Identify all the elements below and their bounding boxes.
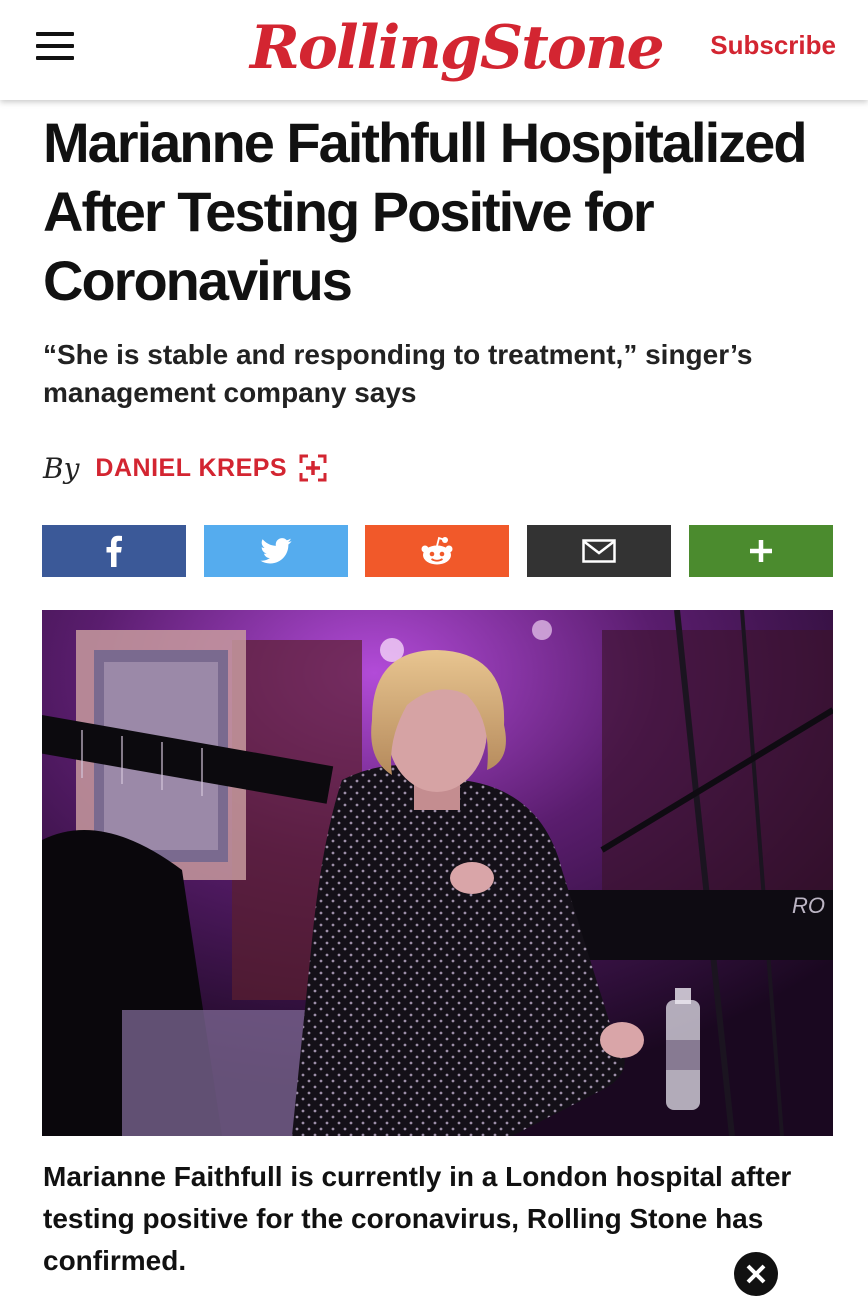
subscribe-link[interactable]: Subscribe (710, 28, 836, 62)
email-icon (582, 539, 616, 563)
share-reddit-button[interactable] (365, 525, 509, 577)
reddit-icon (421, 536, 453, 565)
byline: By DANIEL KREPS (43, 448, 327, 488)
plus-icon (750, 540, 772, 562)
close-ad-button[interactable] (734, 1252, 778, 1296)
hero-image: RO (42, 610, 833, 1136)
rolling-stone-logo[interactable]: RollingStone (250, 8, 665, 92)
share-email-button[interactable] (527, 525, 671, 577)
article-body-paragraph: Marianne Faithfull is currently in a Lon… (43, 1161, 792, 1276)
hamburger-menu-icon[interactable] (36, 32, 74, 60)
byline-prefix: By (43, 451, 80, 485)
close-icon (746, 1264, 766, 1284)
follow-author-icon[interactable] (299, 454, 327, 482)
author-link[interactable]: DANIEL KREPS (95, 454, 287, 483)
facebook-icon (106, 535, 122, 567)
article-dek: “She is stable and responding to treatme… (43, 339, 753, 408)
article-headline: Marianne Faithfull Hospitalized After Te… (43, 111, 808, 312)
keyboard-brand-text: RO (792, 893, 825, 918)
twitter-icon (260, 538, 292, 564)
site-header: RollingStone Subscribe (0, 0, 868, 100)
share-twitter-button[interactable] (204, 525, 348, 577)
share-more-button[interactable] (689, 525, 833, 577)
share-facebook-button[interactable] (42, 525, 186, 577)
